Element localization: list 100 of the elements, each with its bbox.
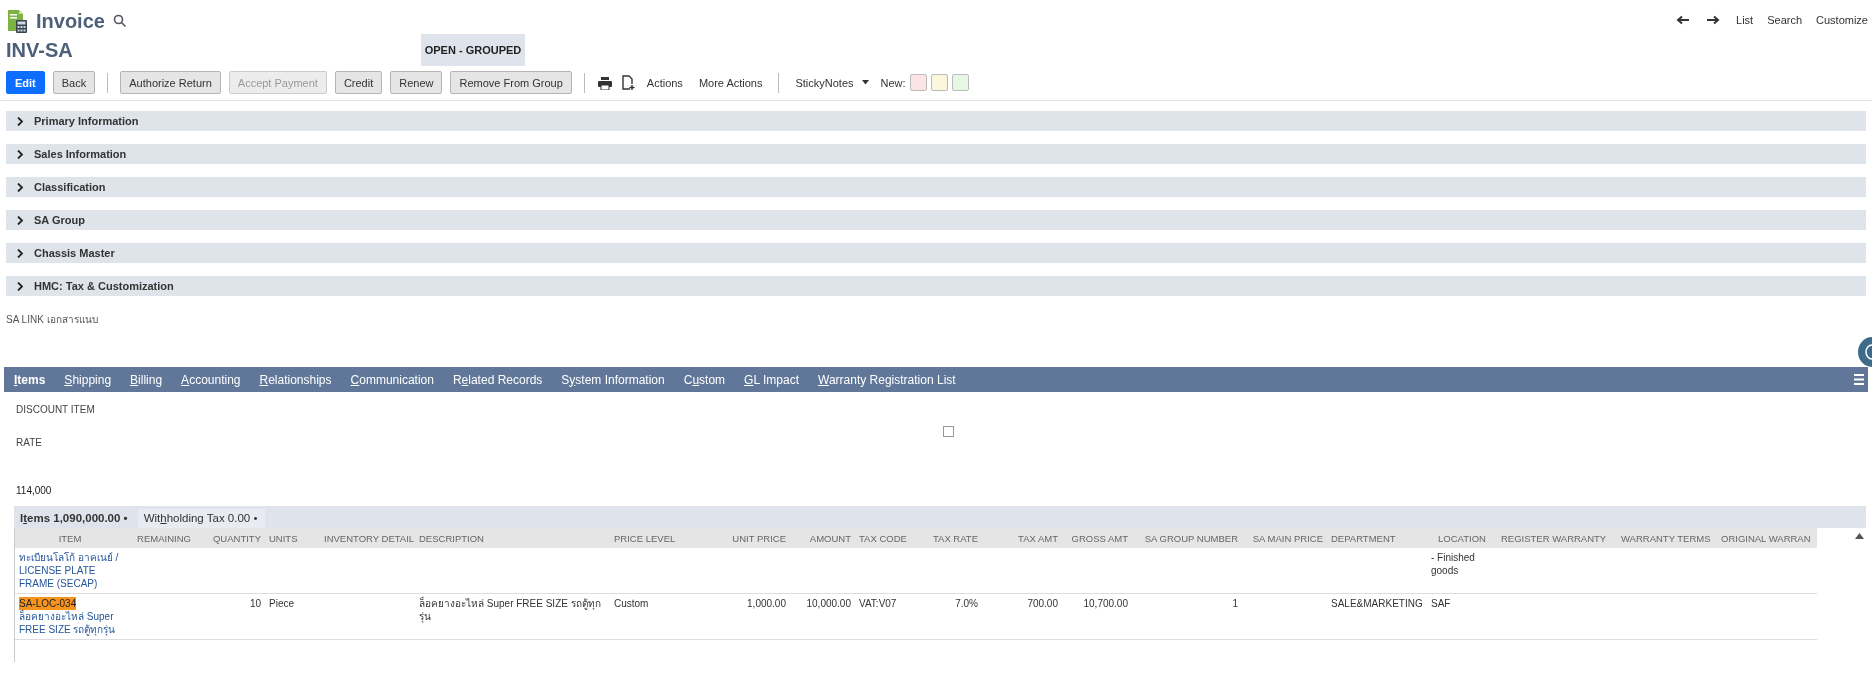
column-header: TAX RATE [917,528,982,548]
section-title: HMC: Tax & Customization [34,280,174,292]
sticky-note-swatch[interactable] [909,74,927,91]
column-header: ORIGINAL WARRAN [1717,528,1817,548]
toolbar-link[interactable]: Actions [646,76,683,89]
table-cell: 10,700.00 [1062,593,1132,640]
record-number: INV-SA [6,38,73,62]
caret-icon[interactable] [861,80,869,85]
page-title: Invoice [36,9,105,33]
sa-link-label: SA LINK เอกสารแนบ [6,313,98,327]
table-cell: 700.00 [982,593,1062,640]
column-header: PRICE LEVEL [610,528,695,548]
table-cell: 1 [1132,593,1242,640]
search-icon[interactable] [112,14,127,28]
tab[interactable]: Items [14,369,46,390]
tab[interactable]: Related Records [452,369,543,390]
tab[interactable]: Communication [350,369,434,390]
column-header: TAX AMT [982,528,1062,548]
document-plus-icon[interactable] [620,74,635,91]
toolbar-button[interactable]: Back [52,71,96,94]
section-title: Classification [34,181,106,193]
column-header: DESCRIPTION [415,528,610,548]
tab[interactable]: Accounting [181,369,241,390]
table-cell: ล็อคยางอะไหล่ Super FREE SIZE รถตู้ทุกรุ่น [415,593,610,640]
table-cell: 10,000.00 [790,593,855,640]
column-header: UNITS [265,528,320,548]
column-header: REGISTER WARRANTY [1497,528,1617,548]
table-cell: VAT:V07 [855,593,917,640]
tab[interactable]: GL Impact [744,369,799,390]
toolbar-button[interactable]: Remove From Group [450,71,572,94]
chevron-right-icon [16,281,24,291]
toolbar-button[interactable]: Authorize Return [120,71,221,94]
section-title: Primary Information [34,115,139,127]
toolbar-button[interactable]: Credit [334,71,383,94]
scroll-up-icon[interactable] [1855,533,1864,539]
toolbar-button[interactable]: Edit [6,71,45,94]
tab[interactable]: Shipping [64,369,112,390]
table-cell: Custom [610,593,695,640]
sticky-note-swatch[interactable] [951,74,969,91]
section-header[interactable]: Primary Information [6,111,1866,131]
round-button-icon[interactable] [1858,337,1872,367]
column-header: AMOUNT [790,528,855,548]
chevron-right-icon [16,149,24,159]
left-arrow-icon[interactable] [1676,15,1691,25]
column-header: UNIT PRICE [695,528,790,548]
table-cell: 1,000.00 [695,593,790,640]
tab[interactable]: System Information [561,369,665,390]
section-header[interactable]: SA Group [6,210,1866,230]
tab[interactable]: Warranty Registration List [818,369,956,390]
column-header: GROSS AMT [1062,528,1132,548]
right-arrow-icon[interactable] [1706,15,1721,25]
toolbar-button[interactable]: Renew [390,71,443,94]
column-header: REMAINING [125,528,203,548]
column-header: SA GROUP NUMBER [1132,528,1242,548]
section-header[interactable]: Classification [6,177,1866,197]
invoice-calculator-icon [6,8,28,34]
table-cell: SALE&MARKETING [1327,593,1427,640]
status-badge: OPEN - GROUPED [420,34,526,66]
section-header[interactable]: HMC: Tax & Customization [6,276,1866,296]
new-label: New: [880,76,906,89]
sticky-notes-link[interactable]: StickyNotes [795,76,854,89]
section-header[interactable]: Sales Information [6,144,1866,164]
nav-link[interactable]: Search [1767,14,1803,26]
field-value: 114,000 [16,485,53,496]
table-cell: - Finished goods [1427,548,1497,594]
column-header: SA MAIN PRICE [1242,528,1327,548]
printer-icon[interactable] [596,75,613,90]
item-code[interactable]: SA-LOC-034 [19,597,77,610]
chevron-right-icon [16,182,24,192]
section-header[interactable]: Chassis Master [6,243,1866,263]
nav-link[interactable]: Customize [1816,14,1868,26]
table-cell: 7.0% [917,593,982,640]
chevron-right-icon [16,215,24,225]
field-label: DISCOUNT ITEM [16,404,96,415]
nav-link[interactable]: List [1736,14,1754,26]
column-header: INVENTORY DETAIL [320,528,415,548]
column-header: QUANTITY [203,528,265,548]
checkbox[interactable] [943,426,954,437]
chevron-right-icon [16,248,24,258]
column-header: DEPARTMENT [1327,528,1427,548]
column-header: TAX CODE [855,528,917,548]
tab[interactable]: Custom [683,369,726,390]
menu-icon[interactable] [1854,374,1864,385]
section-title: SA Group [34,214,85,226]
column-header: LOCATION [1427,528,1497,548]
table-cell: 10 [203,593,265,640]
chevron-right-icon [16,116,24,126]
toolbar-link[interactable]: More Actions [698,76,763,89]
tab[interactable]: Relationships [259,369,332,390]
sticky-note-swatch[interactable] [930,74,948,91]
column-header: WARRANTY TERMS [1617,528,1717,548]
section-title: Chassis Master [34,247,115,259]
field-label: RATE [16,437,43,448]
table-cell: SAF [1427,593,1497,640]
column-header: ITEM [15,528,125,548]
item-name[interactable]: ล็อคยางอะไหล่ Super FREE SIZE รถตู้ทุกรุ่น [19,610,121,636]
subtab[interactable]: Withholding Tax 0.00 • [137,509,266,528]
section-title: Sales Information [34,148,127,160]
tab[interactable]: Billing [130,369,163,390]
item-name[interactable]: ทะเบียนโลโก้ อาคเนย์ / LICENSE PLATE FRAME (SECAP) [19,551,121,590]
